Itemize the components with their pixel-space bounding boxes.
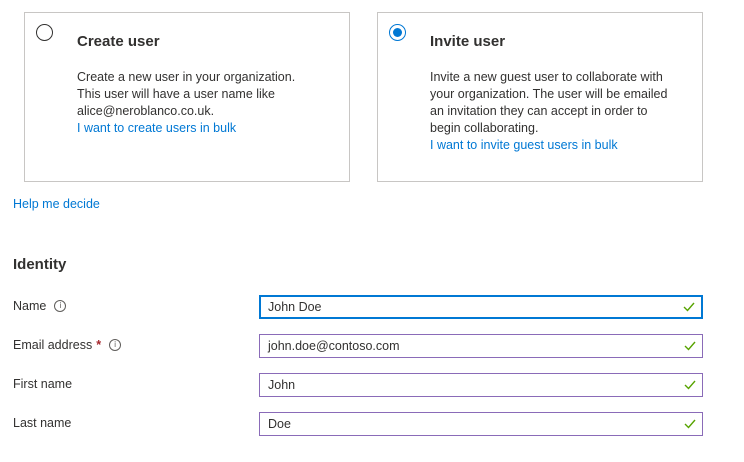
first-name-label: First name	[13, 377, 72, 391]
required-marker: *	[96, 338, 102, 352]
create-user-desc-line: This user will have a user name like	[77, 87, 275, 101]
invite-guest-bulk-link[interactable]: I want to invite guest users in bulk	[430, 137, 680, 154]
last-name-label: Last name	[13, 416, 71, 430]
invite-user-desc-line: an invitation they can accept in order t…	[430, 104, 648, 118]
last-name-input-value[interactable]: Doe	[260, 417, 683, 431]
invite-user-description: Invite a new guest user to collaborate w…	[430, 69, 680, 154]
create-user-description: Create a new user in your organization. …	[77, 69, 327, 137]
create-user-option[interactable]: Create user Create a new user in your or…	[24, 12, 350, 182]
help-me-decide-link[interactable]: Help me decide	[13, 197, 100, 211]
invite-user-desc-line: begin collaborating.	[430, 121, 539, 135]
info-icon[interactable]: i	[54, 300, 67, 312]
first-name-input-value[interactable]: John	[260, 378, 683, 392]
invite-user-desc-line: your organization. The user will be emai…	[430, 87, 668, 101]
email-input[interactable]: john.doe@contoso.com	[259, 334, 703, 358]
checkmark-icon	[682, 300, 696, 314]
checkmark-icon	[683, 378, 697, 392]
checkmark-icon	[683, 339, 697, 353]
identity-section-title: Identity	[13, 256, 67, 273]
name-input-value[interactable]: John Doe	[261, 300, 682, 314]
name-row: Name i John Doe	[0, 295, 744, 319]
last-name-label-text: Last name	[13, 416, 72, 430]
create-user-desc-line: Create a new user in your organization.	[77, 70, 296, 84]
first-name-label-text: First name	[13, 377, 73, 391]
name-label: Name i	[13, 299, 67, 313]
info-icon[interactable]: i	[109, 339, 122, 351]
create-users-bulk-link[interactable]: I want to create users in bulk	[77, 120, 327, 137]
create-user-title: Create user	[77, 33, 160, 50]
invite-user-option[interactable]: Invite user Invite a new guest user to c…	[377, 12, 703, 182]
first-name-input[interactable]: John	[259, 373, 703, 397]
name-input[interactable]: John Doe	[259, 295, 703, 319]
email-label: Email address * i	[13, 338, 122, 352]
first-name-row: First name John	[0, 373, 744, 397]
last-name-row: Last name Doe	[0, 412, 744, 436]
invite-user-desc-line: Invite a new guest user to collaborate w…	[430, 70, 663, 84]
name-label-text: Name	[13, 299, 47, 313]
last-name-input[interactable]: Doe	[259, 412, 703, 436]
email-row: Email address * i john.doe@contoso.com	[0, 334, 744, 358]
email-label-text: Email address	[13, 338, 93, 352]
checkmark-icon	[683, 417, 697, 431]
radio-unselected-icon[interactable]	[36, 24, 53, 41]
email-input-value[interactable]: john.doe@contoso.com	[260, 339, 683, 353]
radio-selected-icon[interactable]	[389, 24, 406, 41]
create-user-desc-line: alice@neroblanco.co.uk.	[77, 104, 215, 118]
invite-user-title: Invite user	[430, 33, 506, 50]
